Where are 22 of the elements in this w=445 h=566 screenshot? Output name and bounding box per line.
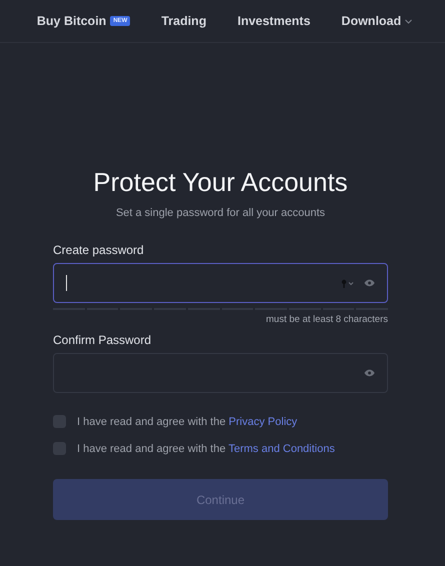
nav-link[interactable]: Trading [161,14,206,28]
chevron-down-icon[interactable] [405,18,412,24]
key-icon[interactable] [341,278,354,288]
nav-link[interactable]: Download [341,14,402,28]
eye-icon[interactable] [364,369,375,377]
nav-link[interactable]: Investments [237,14,310,28]
text-cursor [66,275,67,291]
checkbox[interactable] [53,442,66,455]
page-title: Protect Your Accounts [92,167,349,198]
field-label: Create password [53,243,144,257]
page-subtitle: Set a single password for all your accounts [114,207,326,219]
agreement-link[interactable]: Privacy Policy [228,416,298,428]
agreement-text: I have read and agree with the Privacy Policy [77,416,298,428]
password-hint: must be at least 8 characters [266,314,388,325]
agreement-text: I have read and agree with the Terms and Conditions [77,442,335,454]
checkbox[interactable] [53,415,66,428]
password-field[interactable] [53,263,388,303]
field-label: Confirm Password [53,333,152,347]
eye-icon[interactable] [364,279,375,287]
nav-link[interactable]: Buy Bitcoin [36,14,106,28]
password-field[interactable] [53,353,388,393]
agreement-link[interactable]: Terms and Conditions [228,442,335,454]
